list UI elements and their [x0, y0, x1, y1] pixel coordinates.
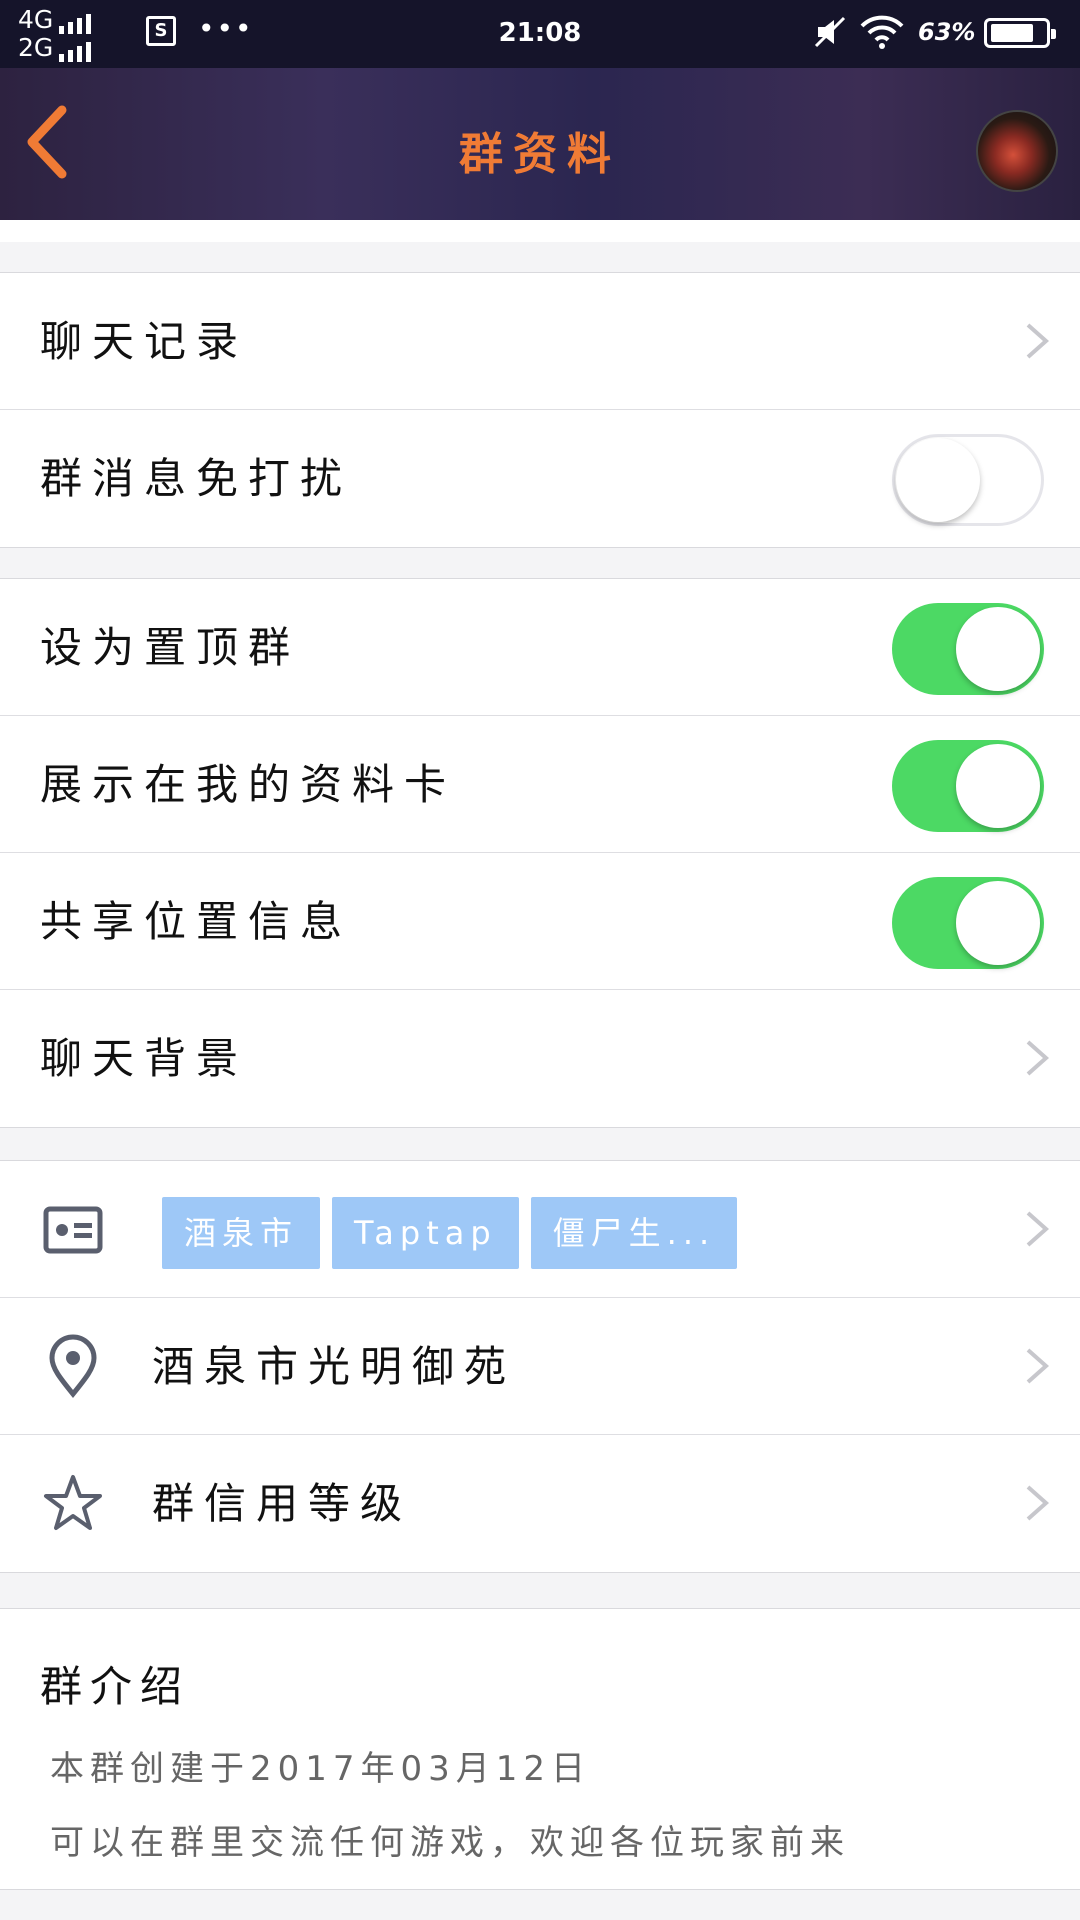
chevron-right-icon [1026, 1211, 1050, 1247]
dnd-row: 群消息免打扰 [0, 410, 1080, 547]
chat-background-label: 聊天背景 [40, 1034, 249, 1083]
settings-group-2: 设为置顶群 展示在我的资料卡 共享位置信息 聊天背景 [0, 578, 1080, 1128]
tag-taptap: Taptap [332, 1197, 519, 1269]
chevron-right-icon [1026, 1040, 1050, 1076]
tag-city: 酒泉市 [162, 1197, 321, 1269]
chat-background-row[interactable]: 聊天背景 [0, 990, 1080, 1127]
show-card-toggle[interactable] [892, 740, 1044, 832]
settings-group-1: 聊天记录 群消息免打扰 [0, 272, 1080, 548]
group-tags-row[interactable]: 酒泉市 Taptap 僵尸生... [0, 1161, 1080, 1298]
show-card-label: 展示在我的资料卡 [40, 760, 457, 809]
wifi-icon [860, 15, 904, 49]
tag-zombie: 僵尸生... [530, 1197, 738, 1269]
dnd-label: 群消息免打扰 [40, 454, 353, 503]
toggle-knob [956, 607, 1040, 691]
show-card-row: 展示在我的资料卡 [0, 716, 1080, 853]
group-location-row[interactable]: 酒泉市光明御苑 [0, 1298, 1080, 1435]
share-location-toggle[interactable] [892, 877, 1044, 969]
chat-history-row[interactable]: 聊天记录 [0, 273, 1080, 410]
pin-group-row: 设为置顶群 [0, 579, 1080, 716]
toggle-knob [896, 438, 980, 522]
settings-group-3: 酒泉市 Taptap 僵尸生... 酒泉市光明御苑 群信用等级 [0, 1160, 1080, 1573]
header-divider [0, 220, 1080, 242]
mute-icon [814, 16, 846, 48]
group-location-label: 酒泉市光明御苑 [152, 1342, 517, 1391]
id-card-icon [43, 1206, 103, 1254]
group-intro-line-1: 本群创建于2017年03月12日 [50, 1749, 592, 1789]
dnd-toggle[interactable] [892, 434, 1044, 526]
location-pin-icon [49, 1334, 97, 1398]
status-bar: 4G 2G S ••• 21:08 63% [0, 0, 1080, 68]
chat-history-label: 聊天记录 [40, 317, 249, 366]
battery-percent: 63% [918, 18, 976, 46]
avatar[interactable] [976, 110, 1058, 192]
page-title: 群资料 [459, 129, 621, 180]
group-intro-heading: 群介绍 [40, 1662, 191, 1711]
battery-icon [984, 18, 1056, 48]
chevron-right-icon [1026, 1485, 1050, 1521]
share-location-row: 共享位置信息 [0, 853, 1080, 990]
group-credit-label: 群信用等级 [152, 1479, 413, 1528]
toggle-knob [956, 881, 1040, 965]
group-intro-section: 群介绍 本群创建于2017年03月12日 可以在群里交流任何游戏，欢迎各位玩家前… [0, 1608, 1080, 1890]
toggle-knob [956, 744, 1040, 828]
star-icon [44, 1475, 102, 1530]
chevron-right-icon [1026, 1348, 1050, 1384]
nav-header: 群资料 [0, 68, 1080, 220]
group-intro-line-2: 可以在群里交流任何游戏，欢迎各位玩家前来 [50, 1823, 850, 1863]
group-credit-row[interactable]: 群信用等级 [0, 1435, 1080, 1572]
group-tags: 酒泉市 Taptap 僵尸生... [162, 1197, 749, 1269]
pin-group-label: 设为置顶群 [40, 623, 301, 672]
share-location-label: 共享位置信息 [40, 897, 353, 946]
pin-group-toggle[interactable] [892, 603, 1044, 695]
chevron-right-icon [1026, 323, 1050, 359]
